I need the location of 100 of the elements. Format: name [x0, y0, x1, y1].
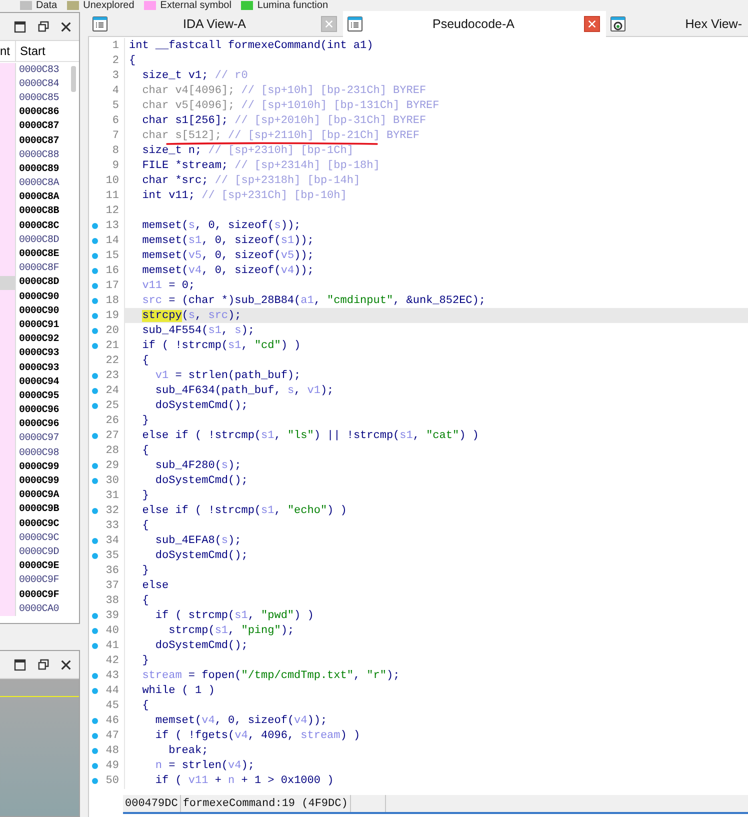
maximize-icon[interactable]: [14, 658, 26, 670]
breakpoint-dot[interactable]: [92, 538, 98, 544]
code-line: char s[512]; // [sp+2110h] [bp-21Ch] BYREF: [141, 130, 420, 142]
maximize-icon[interactable]: [14, 20, 26, 32]
window-list-icon: [347, 16, 363, 32]
breakpoint-dot[interactable]: [92, 613, 98, 620]
code-line: sub_4F280(s);: [154, 460, 242, 472]
code-line: }: [141, 655, 149, 668]
breakpoint-dot[interactable]: [92, 643, 98, 650]
line-number: 32: [106, 504, 120, 517]
breakpoint-dot[interactable]: [92, 268, 98, 274]
column-header[interactable]: nt: [0, 41, 16, 61]
table-cell-text: 0000C8B: [18, 206, 59, 218]
code-line: memset(v4, 0, sizeof(v4));: [154, 715, 328, 728]
breakpoint-dot[interactable]: [92, 372, 98, 379]
breakpoint-dot[interactable]: [92, 478, 98, 484]
breakpoint-dot[interactable]: [92, 342, 98, 349]
breakpoint-dot[interactable]: [92, 778, 98, 784]
line-number: 30: [106, 474, 120, 487]
code-line: if ( !fgets(v4, 4096, stream) ): [154, 730, 360, 742]
scrollbar[interactable]: [71, 66, 76, 92]
code-line: {: [141, 520, 149, 532]
breakpoint-dot[interactable]: [92, 388, 98, 394]
table-cell-text: 0000C93: [18, 362, 59, 374]
breakpoint-dot[interactable]: [92, 298, 98, 304]
line-number: 34: [106, 535, 120, 548]
line-number: 33: [106, 520, 120, 532]
table-cell-text: 0000CA0: [18, 604, 59, 615]
breakpoint-dot[interactable]: [92, 733, 98, 740]
code-line: {: [141, 700, 149, 712]
line-number: 25: [106, 400, 120, 412]
breakpoint-dot[interactable]: [92, 402, 98, 409]
restore-icon[interactable]: [38, 659, 49, 670]
breakpoint-dot[interactable]: [92, 432, 98, 439]
line-number: 35: [106, 550, 120, 562]
line-number: 37: [106, 580, 120, 592]
line-number: 23: [106, 370, 120, 382]
table-cell-text: 0000C87: [18, 121, 59, 132]
table-cell-text: 0000C99: [18, 462, 59, 473]
breakpoint-dot[interactable]: [92, 238, 98, 244]
table-cell-text: 0000C99: [18, 476, 59, 488]
table-cell-text: 0000C8A: [18, 192, 59, 204]
line-number: 26: [106, 414, 120, 427]
table-cell-text: 0000C90: [18, 292, 59, 303]
line-number: 9: [112, 160, 120, 172]
line-number: 6: [112, 114, 120, 127]
table-cell-text: 0000C9E: [18, 561, 59, 572]
close-icon[interactable]: [61, 22, 71, 32]
close-icon[interactable]: [584, 16, 600, 32]
breakpoint-dot[interactable]: [92, 312, 98, 319]
breakpoint-dot[interactable]: [92, 508, 98, 514]
code-line: sub_4F634(path_buf, s, v1);: [154, 384, 334, 397]
column-header[interactable]: Start: [16, 41, 46, 61]
breakpoint-dot[interactable]: [92, 328, 98, 334]
code-line: {: [129, 54, 136, 67]
code-line: char *src; // [sp+2318h] [bp-14h]: [141, 174, 360, 187]
line-number: 41: [106, 640, 120, 652]
line-number: 14: [106, 234, 120, 247]
code-line: memset(s1, 0, sizeof(s1));: [141, 234, 314, 247]
breakpoint-dot[interactable]: [92, 222, 98, 229]
code-line: }: [141, 490, 149, 502]
code-line: char v4[4096]; // [sp+10h] [bp-231Ch] BYREF: [141, 84, 426, 97]
breakpoint-dot[interactable]: [92, 628, 98, 634]
breakpoint-dot[interactable]: [92, 553, 98, 560]
code-line: }: [141, 565, 149, 578]
line-number: 45: [106, 700, 120, 712]
code-line: FILE *stream; // [sp+2314h] [bp-18h]: [141, 160, 380, 172]
breakpoint-dot[interactable]: [92, 688, 98, 694]
line-number: 44: [106, 685, 120, 698]
line-number: 10: [106, 174, 120, 187]
breakpoint-dot[interactable]: [92, 282, 98, 289]
line-number: 5: [112, 100, 120, 112]
table-cell-text: 0000C9B: [18, 504, 59, 516]
breakpoint-dot[interactable]: [92, 718, 98, 724]
tab[interactable]: Pseudocode-A: [343, 11, 606, 37]
code-line: sub_4F554(s1, s);: [141, 324, 254, 337]
line-number: 20: [106, 324, 120, 337]
line-number: 39: [106, 610, 120, 622]
close-icon[interactable]: [61, 660, 71, 670]
restore-icon[interactable]: [38, 21, 49, 32]
line-number: 43: [106, 670, 120, 682]
breakpoint-dot[interactable]: [92, 462, 98, 469]
code-line: break;: [168, 745, 208, 758]
line-number: 50: [106, 775, 120, 788]
legend-label: External symbol: [160, 0, 232, 10]
breakpoint-dot[interactable]: [92, 748, 98, 754]
line-number: 47: [106, 730, 120, 742]
breakpoint-dot[interactable]: [92, 763, 98, 770]
code-line: if ( !strcmp(s1, "cd") ): [141, 340, 301, 352]
line-number: 42: [106, 655, 120, 668]
breakpoint-dot[interactable]: [92, 252, 98, 259]
line-number: 38: [106, 595, 120, 608]
line-number: 17: [106, 280, 120, 292]
line-number: 3: [112, 70, 120, 82]
code-line: size_t n; // [sp+2310h] [bp-1Ch]: [141, 144, 354, 157]
breakpoint-dot[interactable]: [92, 673, 98, 680]
table-cell-text: 0000C91: [18, 320, 59, 331]
code-line: strcpy(s, src);: [141, 310, 242, 322]
table-cell-text: 0000C97: [18, 433, 59, 444]
table-cell-text: 0000C86: [18, 107, 59, 118]
